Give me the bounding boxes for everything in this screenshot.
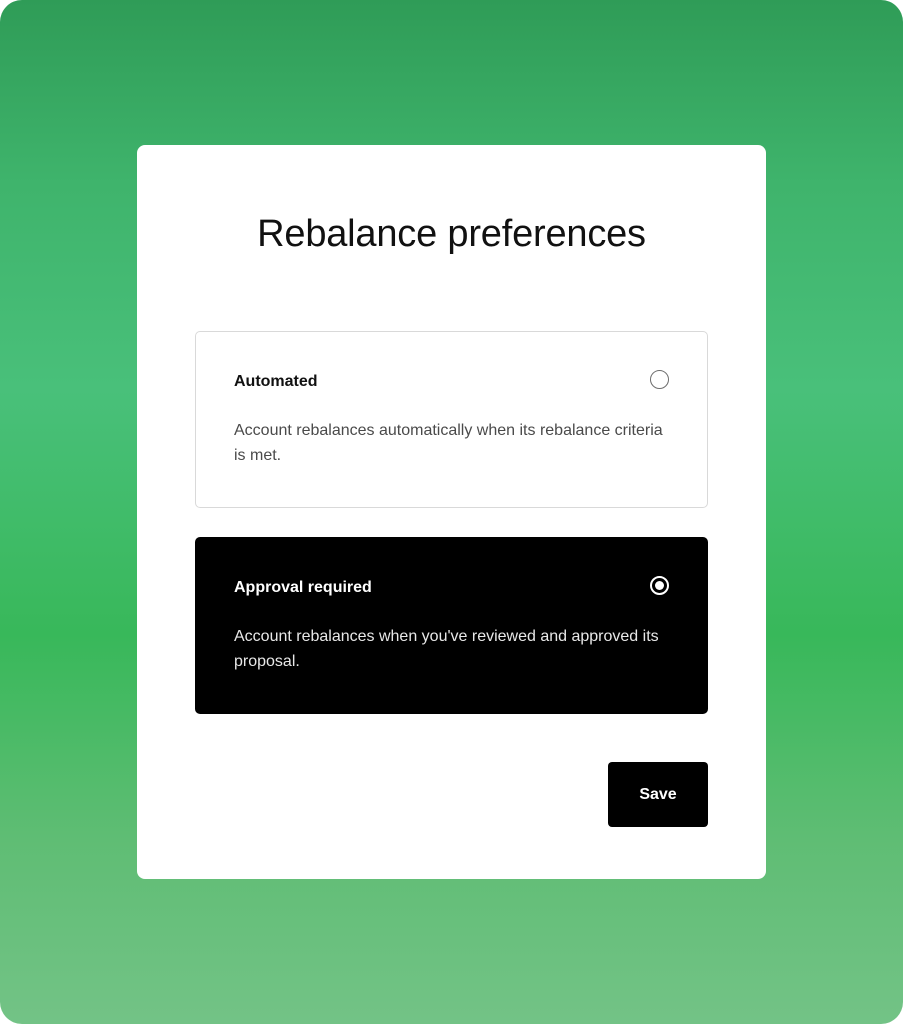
option-approval-required-label: Approval required: [234, 579, 372, 596]
radio-unchecked-icon[interactable]: [650, 370, 669, 389]
green-background: Rebalance preferences Automated Account …: [0, 0, 903, 1024]
save-button[interactable]: Save: [608, 762, 708, 827]
radio-checked-icon[interactable]: [650, 576, 669, 595]
radio-dot: [655, 581, 664, 590]
page-title: Rebalance preferences: [257, 213, 646, 255]
option-automated-description: Account rebalances automatically when it…: [234, 422, 663, 464]
option-automated[interactable]: Automated Account rebalances automatical…: [195, 331, 708, 508]
option-automated-label: Automated: [234, 373, 318, 390]
option-approval-required-description: Account rebalances when you've reviewed …: [234, 628, 659, 670]
option-approval-required[interactable]: Approval required Account rebalances whe…: [195, 537, 708, 714]
